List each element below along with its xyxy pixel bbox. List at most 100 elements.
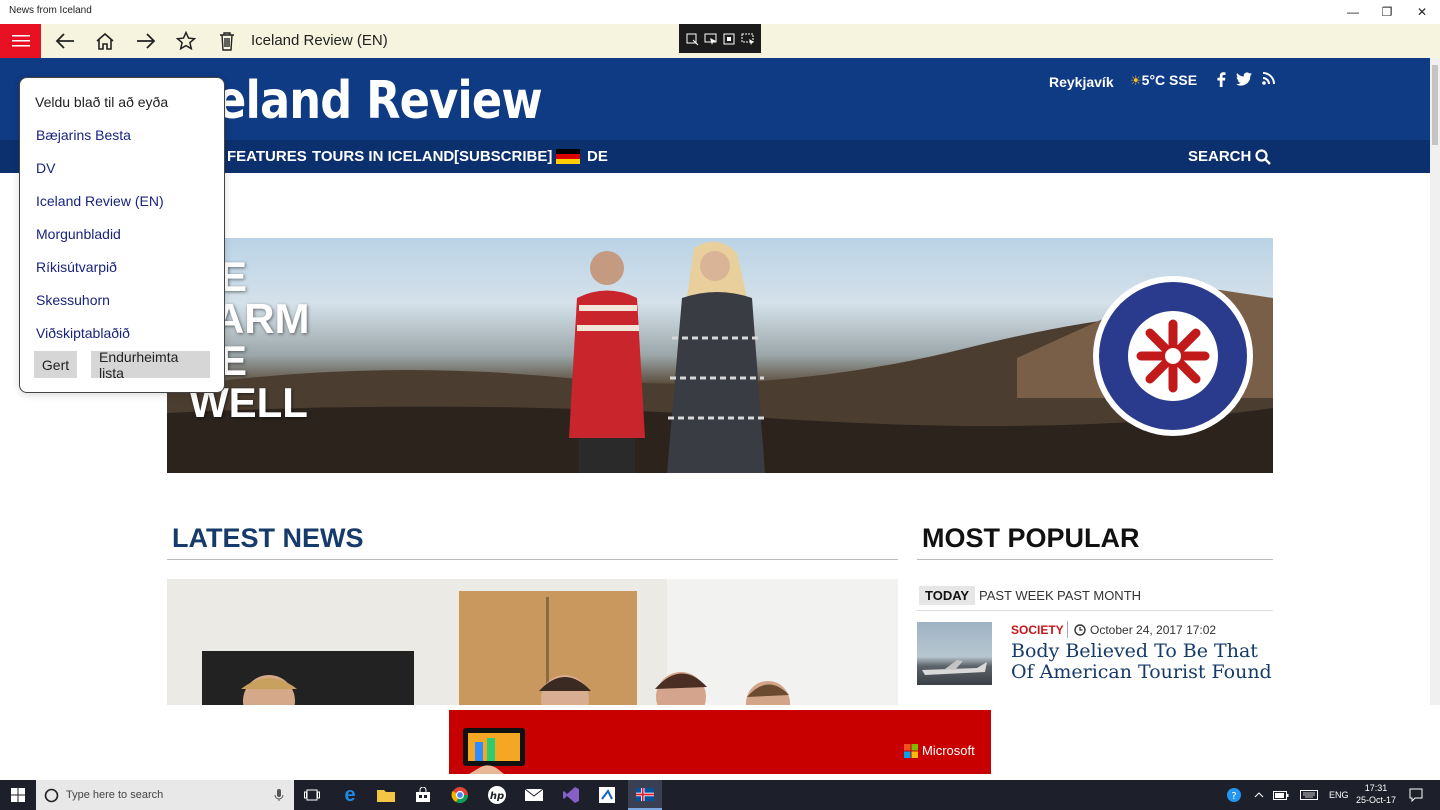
tab-past-week[interactable]: PAST WEEK [979,588,1054,603]
folder-icon [377,790,395,802]
weather-readout: ☀5°C SSE [1130,72,1197,89]
favorite-button[interactable] [173,29,199,53]
document-app-icon [599,787,615,803]
back-button[interactable] [52,29,78,53]
chrome-app[interactable] [447,783,473,807]
app-toolbar: Iceland Review (EN) [0,24,1440,58]
microsoft-logo-icon [904,743,918,758]
svg-text:hp: hp [490,791,504,802]
file-explorer-app[interactable] [373,783,399,807]
paper-item-dv[interactable]: DV [36,160,55,176]
window-title-bar: News from Iceland — ❐ ✕ [0,0,1440,24]
chrome-icon [451,787,469,804]
paper-item-morgunbladid[interactable]: Morgunbladid [36,226,121,242]
clock-date: 25-Oct-17 [1356,795,1397,805]
restore-list-button[interactable]: Endurheimta lista [91,349,210,381]
minimize-icon[interactable]: — [1336,0,1370,24]
divider [917,610,1273,611]
hamburger-menu-button[interactable] [0,24,41,58]
tab-past-month[interactable]: PAST MONTH [1057,588,1141,603]
popular-item-thumbnail[interactable] [917,622,992,685]
close-icon[interactable]: ✕ [1405,0,1439,24]
search-label: SEARCH [1188,148,1252,165]
taskbar-search-placeholder: Type here to search [66,789,164,801]
search-icon [1255,148,1272,165]
edge-app[interactable]: e [337,783,363,807]
home-icon [96,32,114,50]
notification-icon [1409,788,1423,802]
taskbar-clock[interactable]: 17:31 25-Oct-17 [1356,782,1396,806]
capture-icon[interactable] [685,32,699,46]
divider [167,559,898,560]
edge-icon: e [344,783,356,806]
news-photo [202,579,898,705]
svg-text:?: ? [1231,791,1236,802]
window-capture-icon[interactable] [722,32,736,46]
hamburger-icon [11,35,30,47]
action-center-button[interactable] [1403,783,1429,807]
hp-app[interactable]: hp [484,783,510,807]
news-from-iceland-app[interactable] [628,780,662,810]
twitter-icon[interactable] [1236,72,1252,86]
cortana-icon [44,788,59,803]
divider [917,559,1273,560]
current-paper-title: Iceland Review (EN) [251,32,388,49]
site-search-button[interactable]: SEARCH [1188,148,1272,165]
arrow-left-icon [55,33,74,49]
nav-tours[interactable]: TOURS IN ICELAND [312,148,454,165]
paper-item-baejarins-besta[interactable]: Bæjarins Besta [36,127,131,143]
microsoft-label: Microsoft [922,743,975,758]
most-popular-heading: MOST POPULAR [922,523,1140,553]
paper-item-rikisutvarpid[interactable]: Ríkisútvarpið [36,259,117,275]
battery-icon [1273,790,1289,800]
mail-app[interactable] [521,783,547,807]
pointer-icon[interactable] [704,32,718,46]
paper-item-iceland-review[interactable]: Iceland Review (EN) [36,193,164,209]
nav-subscribe[interactable]: [SUBSCRIBE] [454,148,552,165]
weather-city: Reykjavík [1049,74,1114,90]
model-right [667,241,765,473]
page-scrollbar[interactable] [1430,58,1440,705]
nav-features[interactable]: FEATURES [227,148,307,165]
delete-button[interactable] [214,29,240,53]
store-app[interactable] [410,783,436,807]
task-view-button[interactable] [299,783,325,807]
start-button[interactable] [5,783,31,807]
dialog-title: Veldu blað til að eyða [35,94,169,110]
battery-tray[interactable] [1268,783,1294,807]
visual-studio-app[interactable] [558,783,584,807]
capture-toolbar [679,24,761,53]
region-capture-icon[interactable] [741,32,755,46]
app-icon-blue[interactable] [594,783,620,807]
forward-button[interactable] [133,29,159,53]
rss-icon[interactable] [1262,72,1275,85]
latest-news-image[interactable] [167,579,898,705]
microsoft-ad[interactable]: Microsoft [449,710,991,774]
taskbar-search-box[interactable]: Type here to search [36,780,294,810]
icewear-logo [1093,276,1253,436]
nav-language-de[interactable]: DE [556,148,608,165]
paper-item-skessuhorn[interactable]: Skessuhorn [36,292,110,308]
site-logo[interactable]: eland Review [216,71,543,131]
paper-item-vidskiptabladid[interactable]: Viðskiptablaðið [36,325,130,341]
popular-item-date-text: October 24, 2017 17:02 [1090,623,1217,637]
scrollbar-thumb[interactable] [1432,65,1438,145]
language-indicator[interactable]: ENG [1329,790,1349,800]
weather-value: 5°C SSE [1141,72,1198,88]
tab-today[interactable]: TODAY [919,586,976,605]
microsoft-brand: Microsoft [904,743,975,758]
popular-item-headline[interactable]: Body Believed To Be That Of American Tou… [1011,641,1279,683]
nav-de-label: DE [587,148,608,165]
home-button[interactable] [92,29,118,53]
popular-item-category[interactable]: SOCIETY [1011,623,1064,637]
arrow-right-icon [137,33,156,49]
icewear-banner[interactable]: E VARM E WELL [167,238,1273,473]
microphone-icon[interactable] [274,788,284,802]
done-button[interactable]: Gert [34,351,77,378]
popular-item-date: October 24, 2017 17:02 [1074,623,1216,637]
keyboard-tray[interactable] [1296,783,1322,807]
restore-icon[interactable]: ❐ [1370,0,1404,24]
facebook-icon[interactable] [1216,72,1226,87]
help-tray-icon[interactable]: ? [1221,783,1247,807]
divider [1067,621,1068,638]
